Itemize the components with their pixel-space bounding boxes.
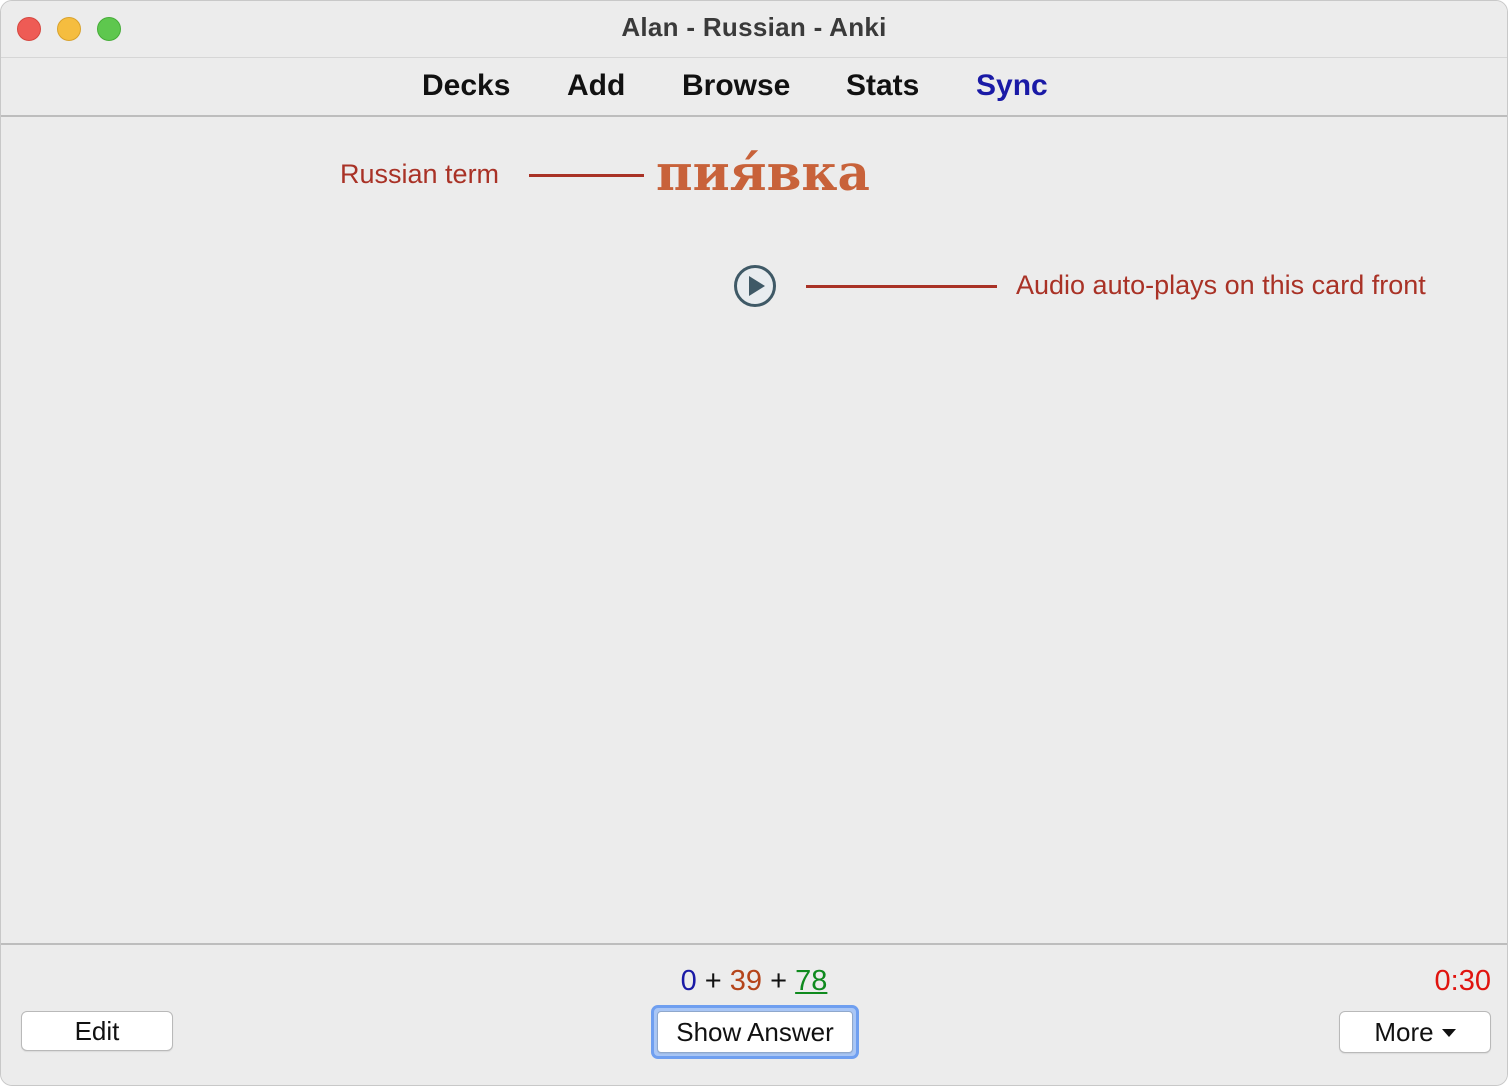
main-toolbar: Decks Add Browse Stats Sync — [1, 58, 1507, 117]
play-icon — [734, 265, 776, 307]
toolbar-sync-link[interactable]: Sync — [976, 69, 1048, 103]
annotation-audio-line — [806, 285, 997, 288]
bottom-bar: 0 + 39 + 78 0:30 Edit Show Answer More — [1, 943, 1507, 1085]
russian-term: пия́вка — [656, 143, 870, 202]
show-answer-focus-ring: Show Answer — [651, 1005, 859, 1059]
chevron-down-icon — [1441, 1028, 1456, 1037]
more-label: More — [1374, 1017, 1434, 1047]
review-count: 78 — [795, 965, 828, 997]
learning-count: 39 — [729, 965, 763, 997]
more-button[interactable]: More — [1339, 1011, 1491, 1053]
count-separator: + — [770, 965, 788, 997]
card-review-area: Russian term пия́вка Audio auto-plays on… — [1, 117, 1507, 943]
toolbar-add-link[interactable]: Add — [567, 69, 625, 103]
annotation-term-line — [529, 174, 644, 177]
answer-timer: 0:30 — [1434, 965, 1491, 997]
window-title: Alan - Russian - Anki — [621, 12, 887, 42]
title-bar: Alan - Russian - Anki — [1, 1, 1507, 58]
new-count: 0 — [680, 965, 697, 997]
show-answer-button[interactable]: Show Answer — [657, 1011, 853, 1053]
annotation-audio-label: Audio auto-plays on this card front — [1016, 270, 1426, 300]
toolbar-browse-link[interactable]: Browse — [682, 69, 790, 103]
toolbar-stats-link[interactable]: Stats — [846, 69, 919, 103]
annotation-term-label: Russian term — [340, 159, 500, 189]
due-counts: 0 + 39 + 78 — [1, 965, 1507, 998]
count-separator: + — [704, 965, 722, 997]
edit-button[interactable]: Edit — [21, 1011, 173, 1051]
play-audio-button[interactable] — [732, 263, 778, 309]
toolbar-decks-link[interactable]: Decks — [422, 69, 510, 103]
anki-window: Alan - Russian - Anki Decks Add Browse S… — [0, 0, 1508, 1086]
